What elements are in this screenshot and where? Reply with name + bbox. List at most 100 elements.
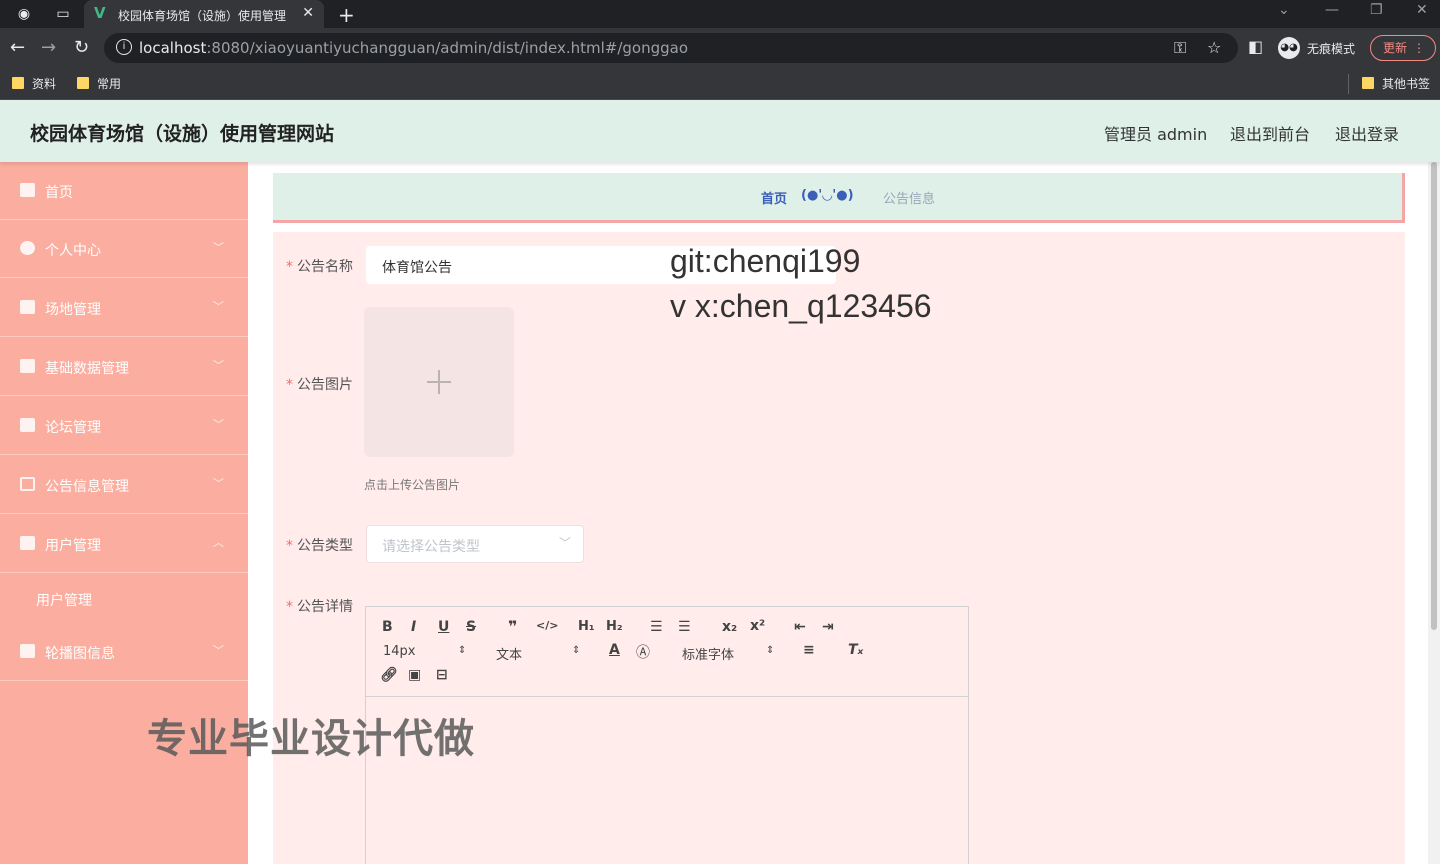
sidebar-item-forum[interactable]: 论坛管理 ﹀ [0,397,248,455]
new-tab-icon[interactable]: + [338,3,355,27]
folder-icon [77,77,89,89]
italic-icon[interactable]: I [411,619,416,635]
sidebar-item-notice[interactable]: 公告信息管理 ﹀ [0,456,248,514]
browser-tab-bar: ◉ ▭ V 校园体育场馆（设施）使用管理 ✕ + ⌄ — ❐ ✕ [0,0,1440,28]
folder-icon [1362,77,1374,89]
superscript-icon[interactable]: x² [750,618,765,634]
building-icon [20,300,35,314]
page-scrollbar[interactable] [1428,162,1440,864]
editor-toolbar: B I U S ❞ </> H₁ H₂ ☰ ☰ x₂ x² ⇤ ⇥ 14px ⇕… [366,607,968,697]
name-label: * 公告名称 [286,259,353,275]
breadcrumb-home[interactable]: 首页 [761,188,787,207]
update-label: 更新 [1383,41,1408,55]
video-icon[interactable]: ⊟ [436,667,448,683]
other-bookmarks[interactable]: 其他书签 [1362,75,1430,92]
close-window-icon[interactable]: ✕ [1416,2,1428,18]
star-icon[interactable]: ☆ [1207,38,1221,57]
scrollbar-thumb[interactable] [1431,162,1437,630]
update-button[interactable]: 更新 ⋮ [1370,35,1436,61]
back-icon[interactable]: ← [10,37,25,58]
font-size-select[interactable]: 14px [383,644,416,659]
outdent-icon[interactable]: ⇤ [794,619,806,635]
restore-icon[interactable]: ❐ [1370,2,1383,18]
header2-icon[interactable]: H₂ [606,619,623,634]
upload-hint: 点击上传公告图片 [364,478,461,492]
sidebar-item-home[interactable]: 首页 [0,162,248,220]
code-block-icon[interactable]: </> [536,619,558,632]
strike-icon[interactable]: S [466,619,476,635]
incognito-label: 无痕模式 [1307,42,1356,56]
forward-icon[interactable]: → [41,37,56,58]
vue-logo-icon: V [94,4,106,22]
header1-icon[interactable]: H₁ [578,619,595,634]
browser-tab[interactable]: V 校园体育场馆（设施）使用管理 ✕ [84,0,324,28]
tab-search-icon[interactable]: ⌄ [1278,2,1290,18]
bullet-list-icon[interactable]: ☰ [678,619,691,635]
chevron-down-icon: ﹀ [213,241,224,254]
address-bar[interactable]: i localhost:8080/xiaoyuantiyuchangguan/a… [104,33,1238,63]
plus-icon [427,370,451,394]
background-color-icon[interactable]: Ⓐ [636,642,650,662]
logout-link[interactable]: 退出登录 [1335,121,1399,145]
image-icon [20,644,35,658]
more-icon: ⋮ [1413,41,1425,55]
sidebar-item-personal[interactable]: 个人中心 ﹀ [0,220,248,278]
align-icon[interactable]: ≡ [803,642,815,658]
notice-form: * 公告名称 体育馆公告 * 公告图片 点击上传公告图片 * 公告类型 请选择公告类型… [273,232,1405,864]
underline-icon[interactable]: U [438,619,449,635]
sidebar-item-label: 论坛管理 [45,420,101,436]
bookmark-folder[interactable]: 常用 [77,75,121,92]
watermark-git: git:chenqi199 [670,243,861,279]
font-family-select[interactable]: 标准字体 [682,644,734,663]
browser-toolbar: ← → ↻ i localhost:8080/xiaoyuantiyuchang… [0,28,1440,68]
detail-label: * 公告详情 [286,599,353,615]
sidebar-toggle-icon[interactable]: ◧ [1248,37,1263,56]
watermark-chinese: 专业毕业设计代做 [147,716,475,762]
minimize-icon[interactable]: — [1325,2,1339,18]
watermark-vx: v x:chen_q123456 [670,288,932,324]
incognito-indicator[interactable]: ◕◕ 无痕模式 [1278,36,1358,60]
link-icon[interactable]: 🔗︎ [380,667,398,683]
back-to-front-link[interactable]: 退出到前台 [1230,121,1310,145]
header-select[interactable]: 文本 [496,644,522,663]
app-header: 校园体育场馆（设施）使用管理网站 管理员 admin 退出到前台 退出登录 [0,100,1440,162]
font-color-icon[interactable]: A [609,642,620,658]
bookmark-folder[interactable]: 资料 [12,75,56,92]
notice-type-select[interactable]: 请选择公告类型 ﹀ [366,525,584,563]
bold-icon[interactable]: B [382,619,393,635]
url-text: localhost:8080/xiaoyuantiyuchangguan/adm… [139,39,689,57]
sidebar-item-label: 轮播图信息 [45,646,115,662]
site-title: 校园体育场馆（设施）使用管理网站 [30,123,335,145]
window-icon[interactable]: ▭ [54,5,72,23]
key-icon[interactable]: ⚿ [1174,38,1186,58]
folder-icon [12,77,24,89]
select-caret-icon: ⇕ [766,645,775,656]
chevron-up-icon: ︿ [213,536,224,549]
blockquote-icon[interactable]: ❞ [508,617,517,636]
globe-icon[interactable]: ◉ [15,5,33,23]
submenu-item-users[interactable]: 用户管理 [0,573,248,623]
subscript-icon[interactable]: x₂ [722,619,737,635]
clear-format-icon[interactable]: Tₓ [848,642,863,658]
sidebar-item-basic-data[interactable]: 基础数据管理 ﹀ [0,338,248,396]
sidebar-item-label: 公告信息管理 [45,479,129,495]
breadcrumb-current: 公告信息 [883,192,936,207]
indent-icon[interactable]: ⇥ [822,619,834,635]
chevron-down-icon: ﹀ [213,300,224,313]
select-caret-icon: ⇕ [458,645,467,656]
image-icon[interactable]: ▣ [408,667,421,683]
sidebar-item-label: 用户管理 [45,538,101,554]
sidebar-item-label: 个人中心 [45,243,101,259]
sidebar-item-venue[interactable]: 场地管理 ﹀ [0,279,248,337]
sidebar-item-carousel[interactable]: 轮播图信息 ﹀ [0,623,248,681]
info-icon[interactable]: i [116,39,132,55]
reload-icon[interactable]: ↻ [74,37,89,58]
bookmark-separator [1348,74,1349,94]
data-icon [20,359,35,373]
sidebar-item-users[interactable]: 用户管理 ︿ [0,515,248,573]
close-tab-icon[interactable]: ✕ [302,5,314,21]
image-uploader[interactable] [364,307,514,457]
type-label: * 公告类型 [286,538,353,554]
ordered-list-icon[interactable]: ☰ [650,619,663,635]
notice-name-value: 体育馆公告 [382,260,452,276]
